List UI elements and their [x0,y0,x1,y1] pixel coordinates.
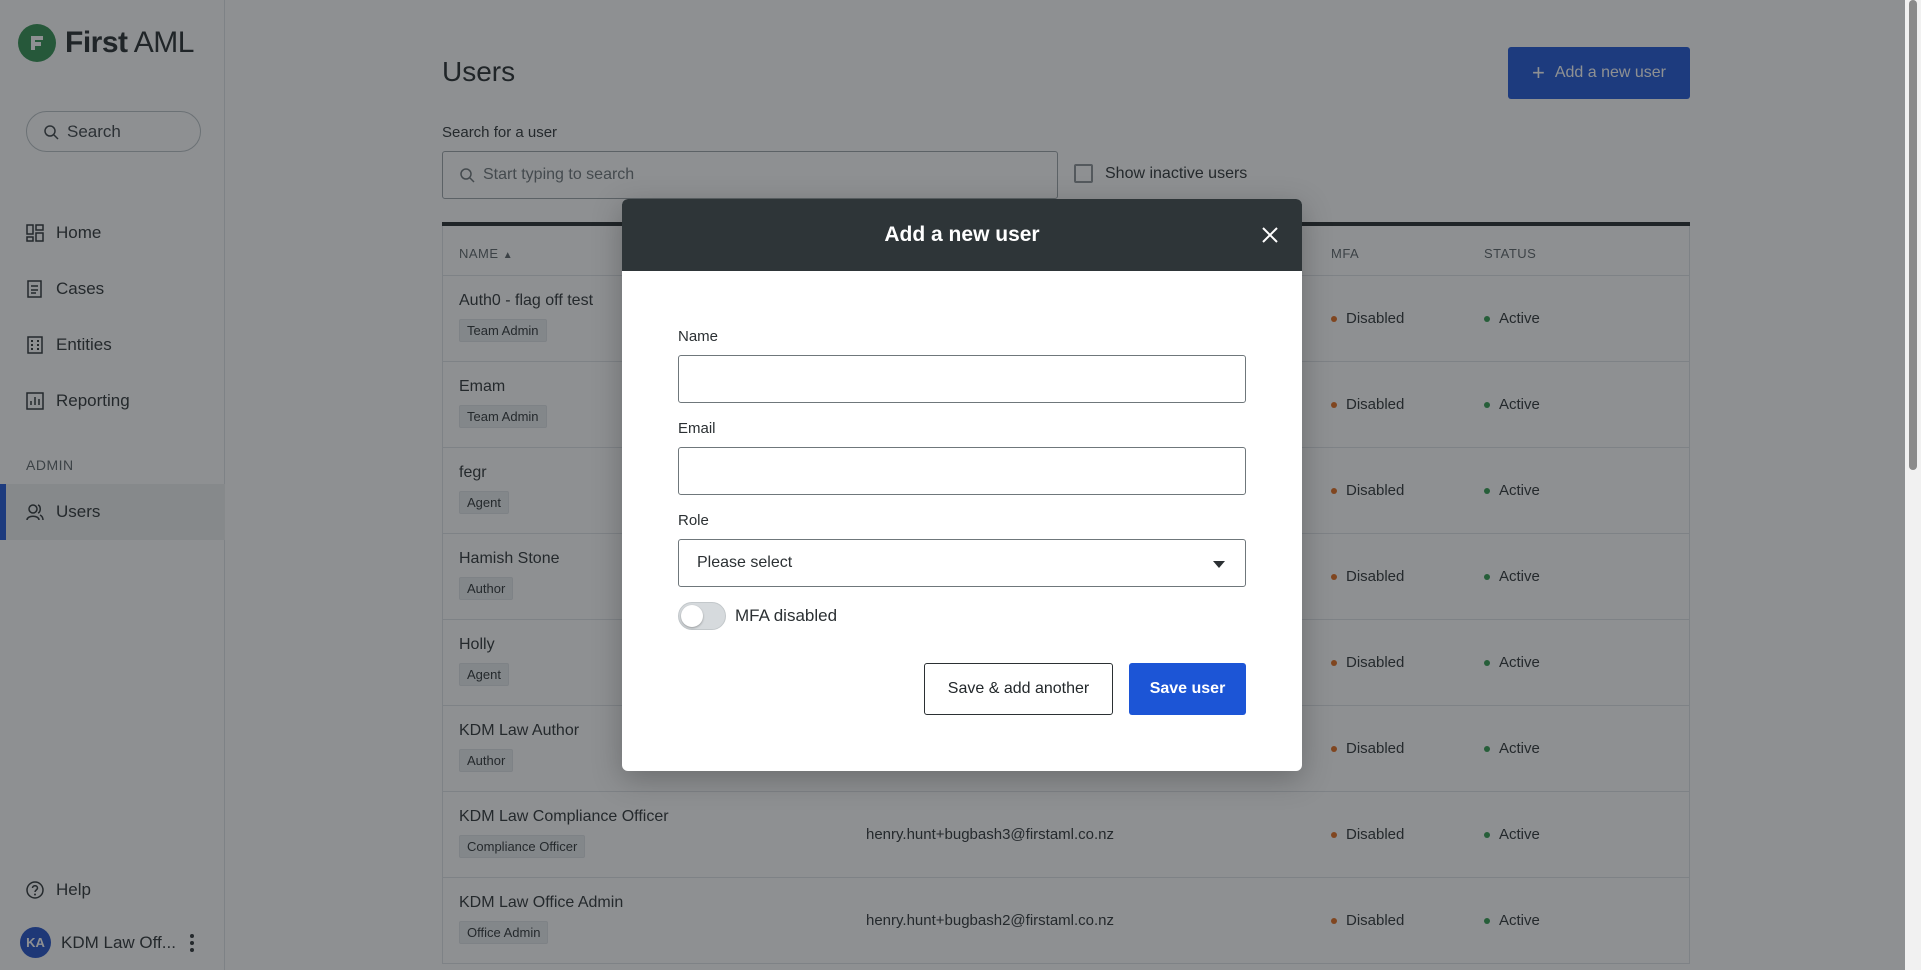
save-and-add-another-button[interactable]: Save & add another [924,663,1113,715]
toggle-knob [681,605,703,627]
mfa-toggle[interactable] [678,602,726,630]
close-icon[interactable] [1260,225,1280,245]
scrollbar-thumb[interactable] [1909,0,1917,470]
add-user-dialog: Add a new user Name Email Role Please se… [622,199,1302,771]
email-field[interactable] [678,447,1246,495]
role-select[interactable]: Please select [678,539,1246,587]
mfa-toggle-label: MFA disabled [735,606,838,625]
name-field-label: Name [678,328,719,345]
mfa-toggle-row[interactable]: MFA disabled [678,602,837,630]
role-select-value: Please select [697,554,793,571]
save-user-button[interactable]: Save user [1129,663,1246,715]
email-field-label: Email [678,420,716,437]
dialog-title: Add a new user [884,223,1040,246]
dialog-header: Add a new user [622,199,1302,271]
role-field-label: Role [678,512,709,529]
name-field[interactable] [678,355,1246,403]
page-scrollbar[interactable] [1905,0,1921,970]
chevron-down-icon [1213,561,1225,568]
